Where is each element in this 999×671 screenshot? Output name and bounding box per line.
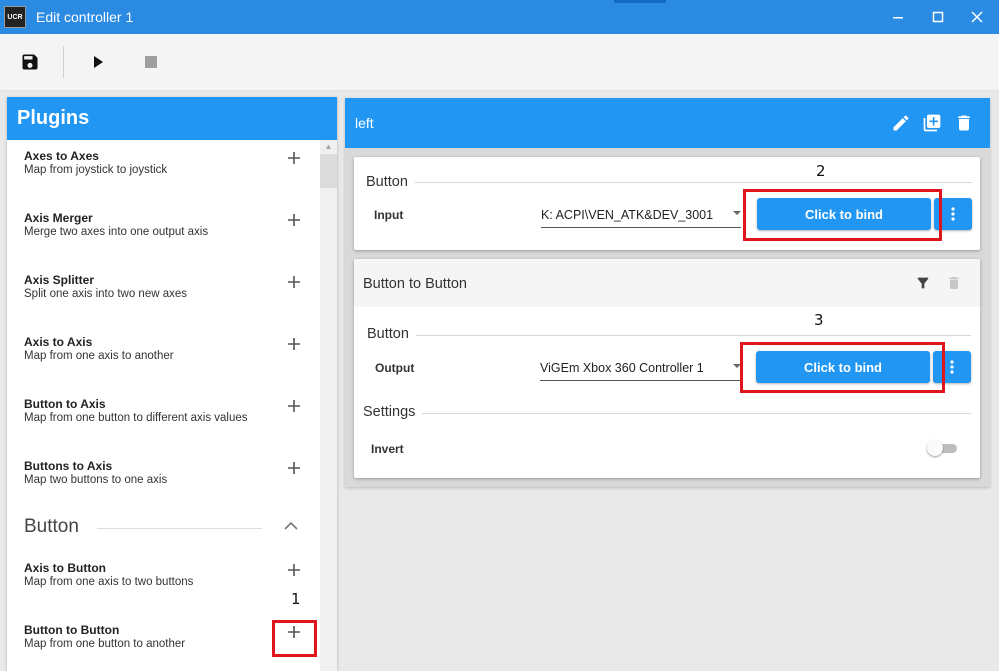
dropdown-arrow-icon bbox=[733, 211, 741, 215]
section-divider bbox=[422, 413, 971, 414]
profile-panel: left Button Input K: ACPI\VEN_ATK&DEV_30… bbox=[345, 98, 990, 487]
plugin-card-title: Button to Button bbox=[363, 276, 467, 292]
output-label: Output bbox=[375, 361, 415, 375]
output-device-value: ViGEm Xbox 360 Controller 1 bbox=[540, 361, 704, 375]
save-button[interactable] bbox=[18, 50, 42, 74]
section-divider bbox=[416, 335, 971, 336]
close-button[interactable] bbox=[957, 0, 997, 34]
plugin-item-axis-to-axis[interactable]: Axis to Axis Map from one axis to anothe… bbox=[7, 335, 319, 397]
add-plugin-icon[interactable] bbox=[283, 271, 305, 293]
plugin-desc: Split one axis into two new axes bbox=[24, 288, 188, 300]
save-icon bbox=[22, 54, 38, 70]
filter-icon[interactable] bbox=[915, 275, 931, 291]
profile-title: left bbox=[355, 115, 374, 131]
maximize-button[interactable] bbox=[918, 0, 958, 34]
toolbar-separator bbox=[63, 46, 64, 78]
more-vert-icon bbox=[951, 207, 955, 221]
plugin-item-axes-to-axes[interactable]: Axes to Axes Map from joystick to joysti… bbox=[7, 149, 319, 211]
input-section-title: Button bbox=[366, 174, 408, 190]
plugin-desc: Map two buttons to one axis bbox=[24, 474, 168, 486]
plugins-panel: Plugins Axes to Axes Map from joystick t… bbox=[7, 97, 337, 671]
invert-label: Invert bbox=[371, 442, 404, 456]
plugin-name: Buttons to Axis bbox=[24, 459, 113, 473]
section-button-title: Button bbox=[24, 516, 79, 537]
plugin-desc: Map from one axis to two buttons bbox=[24, 576, 194, 588]
annotation-number-2: 2 bbox=[816, 162, 826, 180]
section-divider bbox=[415, 182, 972, 183]
maximize-icon bbox=[932, 11, 944, 23]
profile-header: left bbox=[345, 98, 990, 148]
delete-icon[interactable] bbox=[954, 113, 974, 133]
edit-icon[interactable] bbox=[891, 113, 911, 133]
plugin-name: Axis Merger bbox=[24, 211, 93, 225]
title-accent-line bbox=[614, 0, 666, 3]
plugin-desc: Map from joystick to joystick bbox=[24, 164, 168, 176]
annotation-number-1: 1 bbox=[291, 590, 301, 608]
toolbar bbox=[0, 34, 999, 91]
window-title: Edit controller 1 bbox=[36, 9, 134, 25]
scrollbar-thumb[interactable] bbox=[320, 154, 337, 188]
input-device-select[interactable]: K: ACPI\VEN_ATK&DEV_3001 bbox=[541, 205, 741, 228]
add-plugin-icon[interactable] bbox=[283, 395, 305, 417]
stop-icon bbox=[145, 56, 157, 68]
settings-section-title: Settings bbox=[363, 404, 416, 420]
close-icon bbox=[971, 11, 983, 23]
plugin-name: Axis to Axis bbox=[24, 335, 93, 349]
plugin-name: Button to Axis bbox=[24, 397, 106, 411]
highlight-box-output-bind bbox=[740, 342, 945, 393]
plugins-scrollbar[interactable]: ▲ bbox=[320, 140, 337, 671]
plugins-header: Plugins bbox=[7, 97, 337, 140]
plugin-item-buttons-to-axis[interactable]: Buttons to Axis Map two buttons to one a… bbox=[7, 459, 319, 521]
annotation-number-3: 3 bbox=[814, 311, 824, 329]
play-button[interactable] bbox=[86, 50, 110, 74]
invert-toggle[interactable] bbox=[927, 440, 959, 456]
plugin-desc: Map from one button to different axis va… bbox=[24, 412, 248, 424]
add-plugin-icon[interactable] bbox=[283, 333, 305, 355]
plugin-name: Button to Button bbox=[24, 623, 120, 637]
plugin-item-button-to-axis[interactable]: Button to Axis Map from one button to di… bbox=[7, 397, 319, 459]
plugin-desc: Merge two axes into one output axis bbox=[24, 226, 209, 238]
add-plugin-icon[interactable] bbox=[283, 559, 305, 581]
highlight-box-add-button bbox=[272, 620, 317, 657]
plugin-item-axis-to-button[interactable]: Axis to Button Map from one axis to two … bbox=[7, 561, 319, 623]
chevron-up-icon[interactable] bbox=[282, 517, 300, 535]
input-label: Input bbox=[374, 208, 404, 222]
stop-button[interactable] bbox=[139, 50, 163, 74]
plugin-desc: Map from one axis to another bbox=[24, 350, 174, 362]
app-icon: UCR bbox=[4, 6, 26, 28]
minimize-button[interactable] bbox=[878, 0, 918, 34]
add-copy-icon[interactable] bbox=[922, 113, 942, 133]
section-divider bbox=[97, 528, 262, 529]
input-device-value: K: ACPI\VEN_ATK&DEV_3001 bbox=[541, 208, 714, 222]
add-plugin-icon[interactable] bbox=[283, 457, 305, 479]
output-section-title: Button bbox=[367, 326, 409, 342]
toggle-knob bbox=[927, 440, 943, 456]
output-device-select[interactable]: ViGEm Xbox 360 Controller 1 bbox=[540, 358, 741, 381]
add-plugin-icon[interactable] bbox=[283, 147, 305, 169]
highlight-box-input-bind bbox=[743, 189, 942, 241]
delete-disabled-icon bbox=[949, 277, 959, 289]
add-plugin-icon[interactable] bbox=[283, 209, 305, 231]
scroll-up-arrow-icon[interactable]: ▲ bbox=[320, 140, 337, 154]
plugin-desc: Map from one button to another bbox=[24, 638, 186, 650]
plugin-name: Axis to Button bbox=[24, 561, 106, 575]
plugin-name: Axis Splitter bbox=[24, 273, 95, 287]
plugin-item-axis-merger[interactable]: Axis Merger Merge two axes into one outp… bbox=[7, 211, 319, 273]
minimize-icon bbox=[893, 17, 903, 19]
play-icon bbox=[94, 56, 103, 68]
plugin-item-axis-splitter[interactable]: Axis Splitter Split one axis into two ne… bbox=[7, 273, 319, 335]
plugin-name: Axes to Axes bbox=[24, 149, 99, 163]
more-vert-icon bbox=[950, 360, 954, 374]
title-bar: UCR Edit controller 1 bbox=[0, 0, 999, 34]
